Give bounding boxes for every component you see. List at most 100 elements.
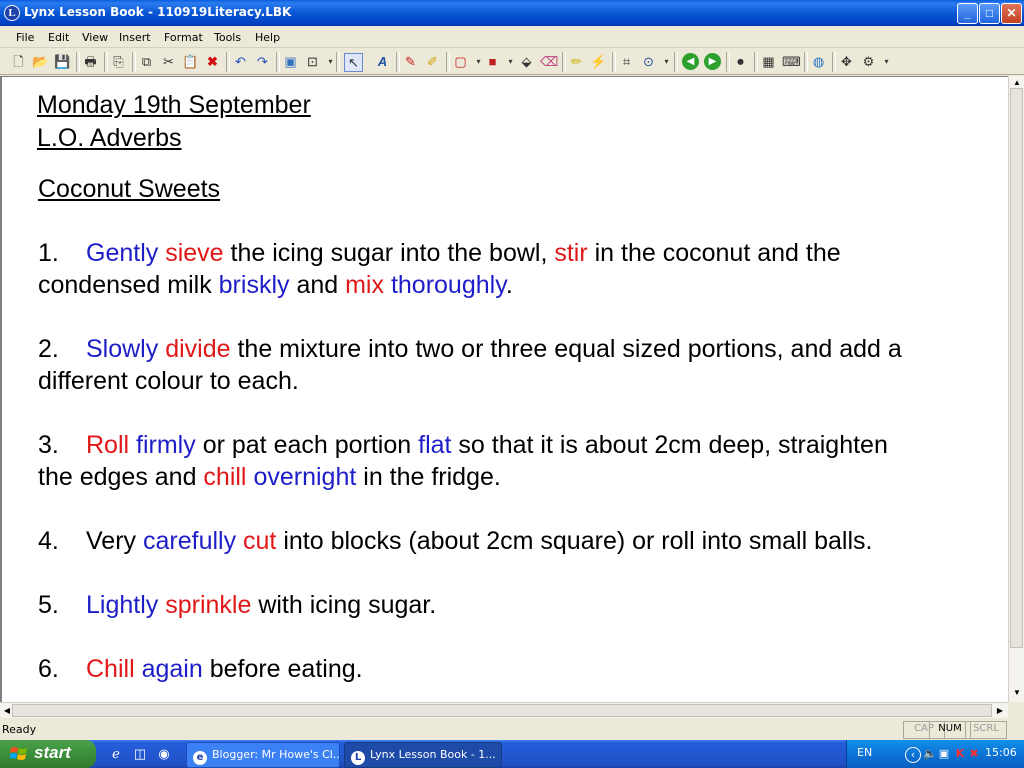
warning-icon[interactable]: ✖: [967, 747, 981, 761]
step-number: 1.: [38, 239, 59, 267]
image-icon[interactable]: ▣: [282, 53, 299, 70]
scroll-down-icon[interactable]: ▼: [1010, 686, 1024, 700]
horizontal-scroll-thumb[interactable]: [12, 704, 992, 717]
document-canvas[interactable]: Monday 19th September L.O. Adverbs Cocon…: [0, 76, 1008, 702]
open-icon[interactable]: 📂: [32, 53, 49, 70]
page-icon[interactable]: ⎘: [110, 53, 127, 70]
clock[interactable]: 15:06: [985, 746, 1017, 759]
new-icon[interactable]: 🗋: [10, 53, 27, 70]
fill-icon[interactable]: ■: [484, 53, 501, 70]
lasso-icon[interactable]: ⊙: [640, 53, 657, 70]
step-3-line-2: the edges and chill overnight in the fri…: [38, 463, 501, 492]
lynx-app-icon[interactable]: L: [4, 5, 20, 21]
settings-dropdown-icon[interactable]: ▾: [878, 53, 895, 70]
tray-expand-icon[interactable]: ‹: [905, 747, 921, 763]
step-6-line-1: 6. Chill again before eating.: [38, 655, 363, 684]
record-icon[interactable]: ⏺: [732, 53, 749, 70]
menu-format[interactable]: Format: [164, 31, 203, 44]
redo-icon[interactable]: ↷: [254, 53, 271, 70]
close-button[interactable]: ✕: [1001, 3, 1022, 24]
step-text: before eating.: [202, 655, 363, 683]
bucket-icon[interactable]: ⬙: [518, 53, 535, 70]
crop-icon[interactable]: ⌗: [618, 53, 635, 70]
step-text: [129, 431, 136, 459]
desktop-icon[interactable]: ◫: [132, 746, 148, 762]
adverb-word: flat: [418, 431, 452, 459]
marker-icon[interactable]: ✏: [568, 53, 585, 70]
scroll-right-icon[interactable]: ▶: [993, 704, 1007, 718]
step-text: .: [505, 271, 513, 299]
start-button[interactable]: start: [0, 740, 96, 768]
menu-tools[interactable]: Tools: [214, 31, 241, 44]
step-text: or pat each portion: [195, 431, 419, 459]
minimize-button[interactable]: _: [957, 3, 978, 24]
step-text: different colour to each.: [38, 367, 299, 395]
scroll-lock-indicator: SCRL: [965, 721, 1007, 739]
settings-icon[interactable]: ⚙: [860, 53, 877, 70]
system-tray: EN ‹ 🔈 ▣ K ✖ 15:06: [846, 740, 1024, 768]
learning-objective: L.O. Adverbs: [37, 124, 182, 152]
delete-icon[interactable]: ✖: [204, 53, 221, 70]
adverb-word: briskly: [218, 271, 290, 299]
step-1-line-1: 1. Gently sieve the icing sugar into the …: [38, 239, 841, 268]
move-icon[interactable]: ✥: [838, 53, 855, 70]
windows-logo-icon: [10, 747, 27, 760]
volume-icon[interactable]: 🔈: [923, 747, 937, 761]
internet-explorer-icon[interactable]: ℯ: [108, 746, 124, 762]
menu-bar: File Edit View Insert Format Tools Help: [0, 26, 1024, 48]
media-player-icon[interactable]: ◉: [156, 746, 172, 762]
network-icon[interactable]: ▣: [937, 747, 951, 761]
verb-word: chill: [203, 463, 247, 491]
keyboard-icon[interactable]: ⌨: [782, 53, 801, 70]
globe-icon[interactable]: ◍: [810, 53, 827, 70]
text-icon[interactable]: A: [374, 53, 391, 70]
forward-icon[interactable]: ▶: [704, 53, 721, 70]
copy-icon[interactable]: ⧉: [138, 53, 155, 70]
preview-icon[interactable]: ⊡: [304, 53, 321, 70]
vertical-scrollbar[interactable]: ▲ ▼: [1008, 76, 1024, 702]
step-2-line-2: different colour to each.: [38, 367, 299, 396]
lasso-dropdown-icon[interactable]: ▾: [658, 53, 675, 70]
select-arrow-icon[interactable]: ↖: [344, 53, 363, 72]
step-1-line-2: condensed milk briskly and mix thoroughl…: [38, 271, 513, 300]
horizontal-scrollbar[interactable]: ◀ ▶: [0, 702, 1008, 718]
print-icon[interactable]: 🖶: [82, 53, 99, 70]
highlighter-icon[interactable]: ✐: [424, 53, 441, 70]
security-icon[interactable]: K: [953, 747, 967, 761]
step-text: the mixture into two or three equal size…: [230, 335, 902, 363]
status-text: Ready: [2, 723, 37, 736]
step-text: in the coconut and the: [587, 239, 841, 267]
title-bar[interactable]: L Lynx Lesson Book - 110919Literacy.LBK …: [0, 0, 1024, 26]
paste-icon[interactable]: 📋: [182, 53, 199, 70]
task-blogger[interactable]: e Blogger: Mr Howe's Cl...: [186, 742, 340, 768]
save-icon[interactable]: 💾: [54, 53, 71, 70]
pen-icon[interactable]: ✎: [402, 53, 419, 70]
menu-insert[interactable]: Insert: [119, 31, 151, 44]
menu-file[interactable]: File: [16, 31, 34, 44]
shape-icon[interactable]: ▢: [452, 53, 469, 70]
menu-edit[interactable]: Edit: [48, 31, 69, 44]
fill-dropdown-icon[interactable]: ▾: [502, 53, 519, 70]
task-lynx-lesson-book[interactable]: L Lynx Lesson Book - 1...: [344, 742, 502, 768]
menu-help[interactable]: Help: [255, 31, 280, 44]
verb-word: Chill: [86, 655, 135, 683]
vertical-scroll-thumb[interactable]: [1010, 88, 1023, 648]
cut-icon[interactable]: ✂: [160, 53, 177, 70]
page-title-date: Monday 19th September: [37, 91, 311, 119]
verb-word: sprinkle: [165, 591, 252, 619]
step-3-line-1: 3. Roll firmly or pat each portion flat s…: [38, 431, 888, 460]
browser-icon: e: [193, 751, 207, 765]
laser-icon[interactable]: ⚡: [590, 53, 607, 70]
step-5-line-1: 5. Lightly sprinkle with icing sugar.: [38, 591, 436, 620]
window-title: Lynx Lesson Book - 110919Literacy.LBK: [24, 5, 292, 19]
eraser-icon[interactable]: ⌫: [540, 53, 558, 70]
language-indicator[interactable]: EN: [857, 746, 872, 759]
menu-view[interactable]: View: [82, 31, 108, 44]
lynx-icon: L: [351, 751, 365, 765]
undo-icon[interactable]: ↶: [232, 53, 249, 70]
step-text: condensed milk: [38, 271, 219, 299]
adverb-word: thoroughly: [390, 271, 506, 299]
calculator-icon[interactable]: ▦: [760, 53, 777, 70]
maximize-button[interactable]: □: [979, 3, 1000, 24]
back-icon[interactable]: ◀: [682, 53, 699, 70]
